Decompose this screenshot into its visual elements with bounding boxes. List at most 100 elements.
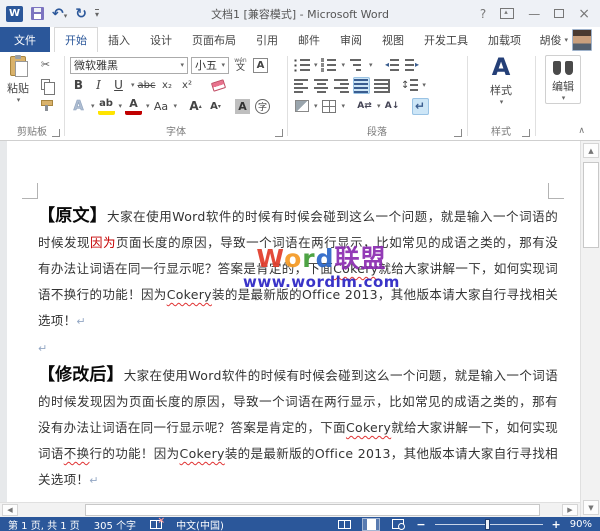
document-page[interactable]: 【原文】大家在使用Word软件的时候有时候会碰到这么一个问题，就是输入一个词语的… <box>7 141 580 502</box>
strikethrough-button[interactable]: abc <box>138 77 156 94</box>
borders-button[interactable] <box>321 98 338 115</box>
styles-dropdown-icon[interactable]: ▾ <box>500 98 504 106</box>
document-text[interactable]: 【原文】大家在使用Word软件的时候有时候会碰到这么一个问题，就是输入一个词语的… <box>38 203 558 494</box>
horizontal-scrollbar-thumb[interactable] <box>85 504 540 516</box>
sort-button[interactable]: A↓ <box>384 98 401 115</box>
font-dialog-launcher[interactable] <box>275 129 283 137</box>
change-case-dropdown-icon[interactable]: ▾ <box>174 102 178 110</box>
account-name[interactable]: 胡俊 ▾ <box>539 27 572 52</box>
help-icon[interactable]: ? <box>480 8 486 20</box>
character-shading-button[interactable]: A <box>234 98 251 115</box>
shading-button[interactable] <box>293 98 310 115</box>
justify-button[interactable] <box>353 77 370 94</box>
asian-layout-dropdown-icon[interactable]: ▾ <box>377 102 381 110</box>
paragraph-dialog-launcher[interactable] <box>454 129 462 137</box>
bullets-button[interactable] <box>293 57 310 74</box>
shrink-font-button[interactable]: A <box>207 98 224 115</box>
word-logo-icon[interactable]: W <box>6 6 23 22</box>
customize-qat-icon[interactable]: ▾ <box>95 9 99 19</box>
bold-button[interactable]: B <box>70 77 87 94</box>
close-icon[interactable]: × <box>578 7 590 21</box>
proofing-status[interactable]: × <box>150 520 162 529</box>
vertical-scrollbar[interactable]: ▲ ▼ <box>580 141 600 517</box>
change-case-button[interactable]: Aa <box>153 98 170 115</box>
tab-file[interactable]: 文件 <box>0 27 50 52</box>
tab-review[interactable]: 审阅 <box>330 27 372 52</box>
font-name-dropdown-icon[interactable]: ▾ <box>180 61 184 69</box>
numbering-button[interactable] <box>321 57 338 74</box>
align-left-button[interactable] <box>293 77 310 94</box>
numbering-dropdown-icon[interactable]: ▾ <box>342 61 346 69</box>
text-segment[interactable]: Cokery <box>180 446 225 461</box>
web-layout-button[interactable] <box>389 518 407 531</box>
italic-button[interactable]: I <box>90 77 107 94</box>
align-right-button[interactable] <box>333 77 350 94</box>
document-paragraph[interactable]: 【原文】大家在使用Word软件的时候有时候会碰到这么一个问题，就是输入一个词语的… <box>38 203 558 335</box>
tab-references[interactable]: 引用 <box>246 27 288 52</box>
scroll-right-icon[interactable]: ▶ <box>562 504 578 516</box>
show-hide-marks-button[interactable]: ↵ <box>412 98 429 115</box>
scroll-up-icon[interactable]: ▲ <box>583 143 599 158</box>
character-border-button[interactable]: A <box>252 57 269 74</box>
multilevel-dropdown-icon[interactable]: ▾ <box>369 61 373 69</box>
restore-icon[interactable] <box>554 9 564 18</box>
text-segment[interactable]: ↵ <box>38 342 48 355</box>
highlight-dropdown-icon[interactable]: ▾ <box>119 102 123 110</box>
text-segment[interactable]: Cokery <box>346 420 391 435</box>
text-effects-dropdown-icon[interactable]: ▾ <box>91 102 95 110</box>
save-icon[interactable] <box>31 7 44 20</box>
read-mode-button[interactable] <box>335 518 353 531</box>
copy-icon[interactable] <box>37 76 54 93</box>
superscript-button[interactable]: x² <box>179 77 196 94</box>
zoom-out-icon[interactable]: − <box>416 518 425 531</box>
borders-dropdown-icon[interactable]: ▾ <box>342 102 346 110</box>
word-count[interactable]: 305 个字 <box>94 517 136 531</box>
font-size-dropdown-icon[interactable]: ▾ <box>221 61 225 69</box>
font-name-combo[interactable]: 微软雅黑 ▾ <box>70 57 188 74</box>
language-indicator[interactable]: 中文(中国) <box>176 517 224 531</box>
tab-page-layout[interactable]: 页面布局 <box>182 27 246 52</box>
undo-button[interactable]: ↶▾ <box>52 7 67 21</box>
editing-button[interactable]: 编辑 ▾ <box>539 55 587 104</box>
subscript-button[interactable]: x₂ <box>159 77 176 94</box>
zoom-in-icon[interactable]: + <box>552 518 561 531</box>
vertical-scrollbar-thumb[interactable] <box>583 162 599 248</box>
tab-mailings[interactable]: 邮件 <box>288 27 330 52</box>
text-segment[interactable]: 不换 <box>64 446 90 461</box>
line-spacing-dropdown-icon[interactable]: ▾ <box>422 81 426 89</box>
text-segment[interactable]: 因为 <box>90 235 116 250</box>
underline-button[interactable]: U <box>110 77 127 94</box>
collapse-ribbon-icon[interactable]: ∧ <box>578 126 585 136</box>
grow-font-button[interactable]: A <box>187 98 204 115</box>
document-paragraph[interactable]: 【修改后】大家在使用Word软件的时候有时候会碰到这么一个问题，就是输入一个词语… <box>38 362 558 494</box>
tab-insert[interactable]: 插入 <box>98 27 140 52</box>
editing-dropdown-icon[interactable]: ▾ <box>562 94 566 102</box>
text-segment[interactable]: 【修改后】 <box>38 365 124 385</box>
styles-dialog-launcher[interactable] <box>522 129 530 137</box>
zoom-level[interactable]: 90% <box>570 519 592 530</box>
text-segment[interactable]: Cokery <box>167 287 212 302</box>
align-center-button[interactable] <box>313 77 330 94</box>
page-indicator[interactable]: 第 1 页, 共 1 页 <box>8 517 80 531</box>
text-segment[interactable]: ↵ <box>89 474 99 487</box>
increase-indent-button[interactable]: ▸ <box>404 57 421 74</box>
redo-icon[interactable]: ↻ <box>75 7 87 21</box>
tab-developer[interactable]: 开发工具 <box>414 27 478 52</box>
phonetic-guide-button[interactable]: wén 文 <box>232 57 249 74</box>
format-painter-icon[interactable] <box>37 96 54 113</box>
text-segment[interactable]: 【原文】 <box>38 206 107 226</box>
font-color-button[interactable]: A <box>125 98 142 115</box>
clear-formatting-button[interactable] <box>210 77 227 94</box>
paste-dropdown-icon[interactable]: ▾ <box>17 96 21 104</box>
paste-button[interactable]: 粘贴 ▾ <box>3 56 33 118</box>
tab-design[interactable]: 设计 <box>140 27 182 52</box>
undo-dropdown-icon[interactable]: ▾ <box>64 12 68 20</box>
line-spacing-button[interactable]: ↕ <box>401 77 418 94</box>
document-paragraph[interactable]: ↵ <box>38 335 558 362</box>
tab-view[interactable]: 视图 <box>372 27 414 52</box>
enclose-characters-button[interactable]: 字 <box>254 98 271 115</box>
horizontal-scrollbar[interactable]: ◀ ▶ <box>0 502 580 517</box>
asian-layout-button[interactable]: A⇄ <box>356 98 373 115</box>
text-effects-button[interactable]: A <box>70 98 87 115</box>
font-size-combo[interactable]: 小五 ▾ <box>191 57 229 74</box>
